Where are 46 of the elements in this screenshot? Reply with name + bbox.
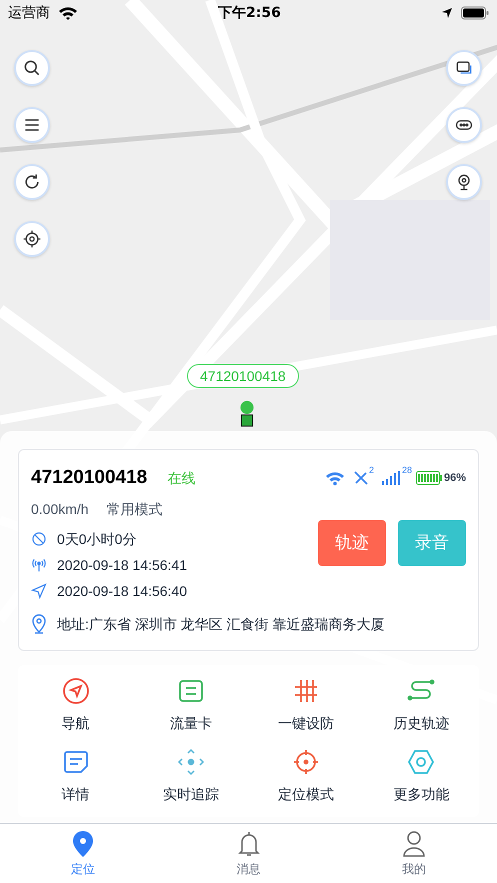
mode-text: 常用模式 — [106, 500, 163, 518]
user-icon — [402, 830, 426, 858]
speed-text: 0.00km/h — [31, 500, 89, 518]
tab-item[interactable]: 我的 — [331, 824, 497, 883]
location-arrow-icon — [441, 7, 453, 19]
hexagon-icon — [407, 748, 436, 776]
info-text: 0天0小时0分 — [57, 530, 136, 548]
info-text: 2020-09-18 14:56:41 — [57, 556, 187, 574]
navigation-arrow-icon — [31, 583, 47, 599]
action-item[interactable]: 定位模式 — [248, 748, 364, 805]
action-item[interactable]: 实时追踪 — [133, 748, 248, 805]
online-status: 在线 — [167, 468, 196, 488]
card-icon — [176, 677, 205, 705]
action-item[interactable]: 流量卡 — [133, 677, 248, 734]
tab-item[interactable]: 消息 — [166, 824, 332, 883]
document-icon — [62, 748, 90, 776]
address-text: 地址:广东省 深圳市 龙华区 汇食街 靠近盛瑞商务大厦 — [57, 614, 384, 634]
map-pin-icon — [70, 830, 95, 858]
satellite-count: 2 — [368, 464, 374, 477]
search-icon — [22, 58, 42, 78]
action-item[interactable]: 详情 — [18, 748, 134, 805]
battery-icon — [461, 6, 489, 20]
info-text: 2020-09-18 14:56:40 — [57, 582, 187, 600]
navigation-icon — [62, 677, 90, 705]
action-item[interactable]: 历史轨迹 — [364, 677, 479, 734]
wifi-icon — [324, 470, 345, 486]
map-pin-icon — [31, 614, 47, 634]
carrier-name: 运营商 — [8, 4, 50, 22]
battery-icon — [416, 471, 442, 486]
action-item[interactable]: 导航 — [18, 677, 134, 734]
tab-item[interactable]: 定位 — [0, 824, 166, 883]
device-id: 47120100418 — [31, 466, 148, 490]
status-time: 下午2:56 — [218, 4, 281, 22]
wifi-icon — [58, 5, 78, 21]
target-arrows-icon — [176, 748, 205, 776]
crosshair-icon — [292, 748, 320, 776]
device-marker-label: 47120100418 — [187, 364, 299, 388]
bell-icon — [236, 830, 260, 858]
signal-bars-icon — [382, 471, 402, 486]
prohibited-icon — [31, 531, 47, 547]
crosshair-icon — [22, 229, 42, 249]
signal-strength: 28 — [402, 464, 412, 477]
battery-percent: 96% — [444, 471, 466, 486]
antenna-icon — [31, 557, 47, 573]
action-item[interactable]: 更多功能 — [364, 748, 479, 805]
action-item[interactable]: 一键设防 — [248, 677, 364, 734]
